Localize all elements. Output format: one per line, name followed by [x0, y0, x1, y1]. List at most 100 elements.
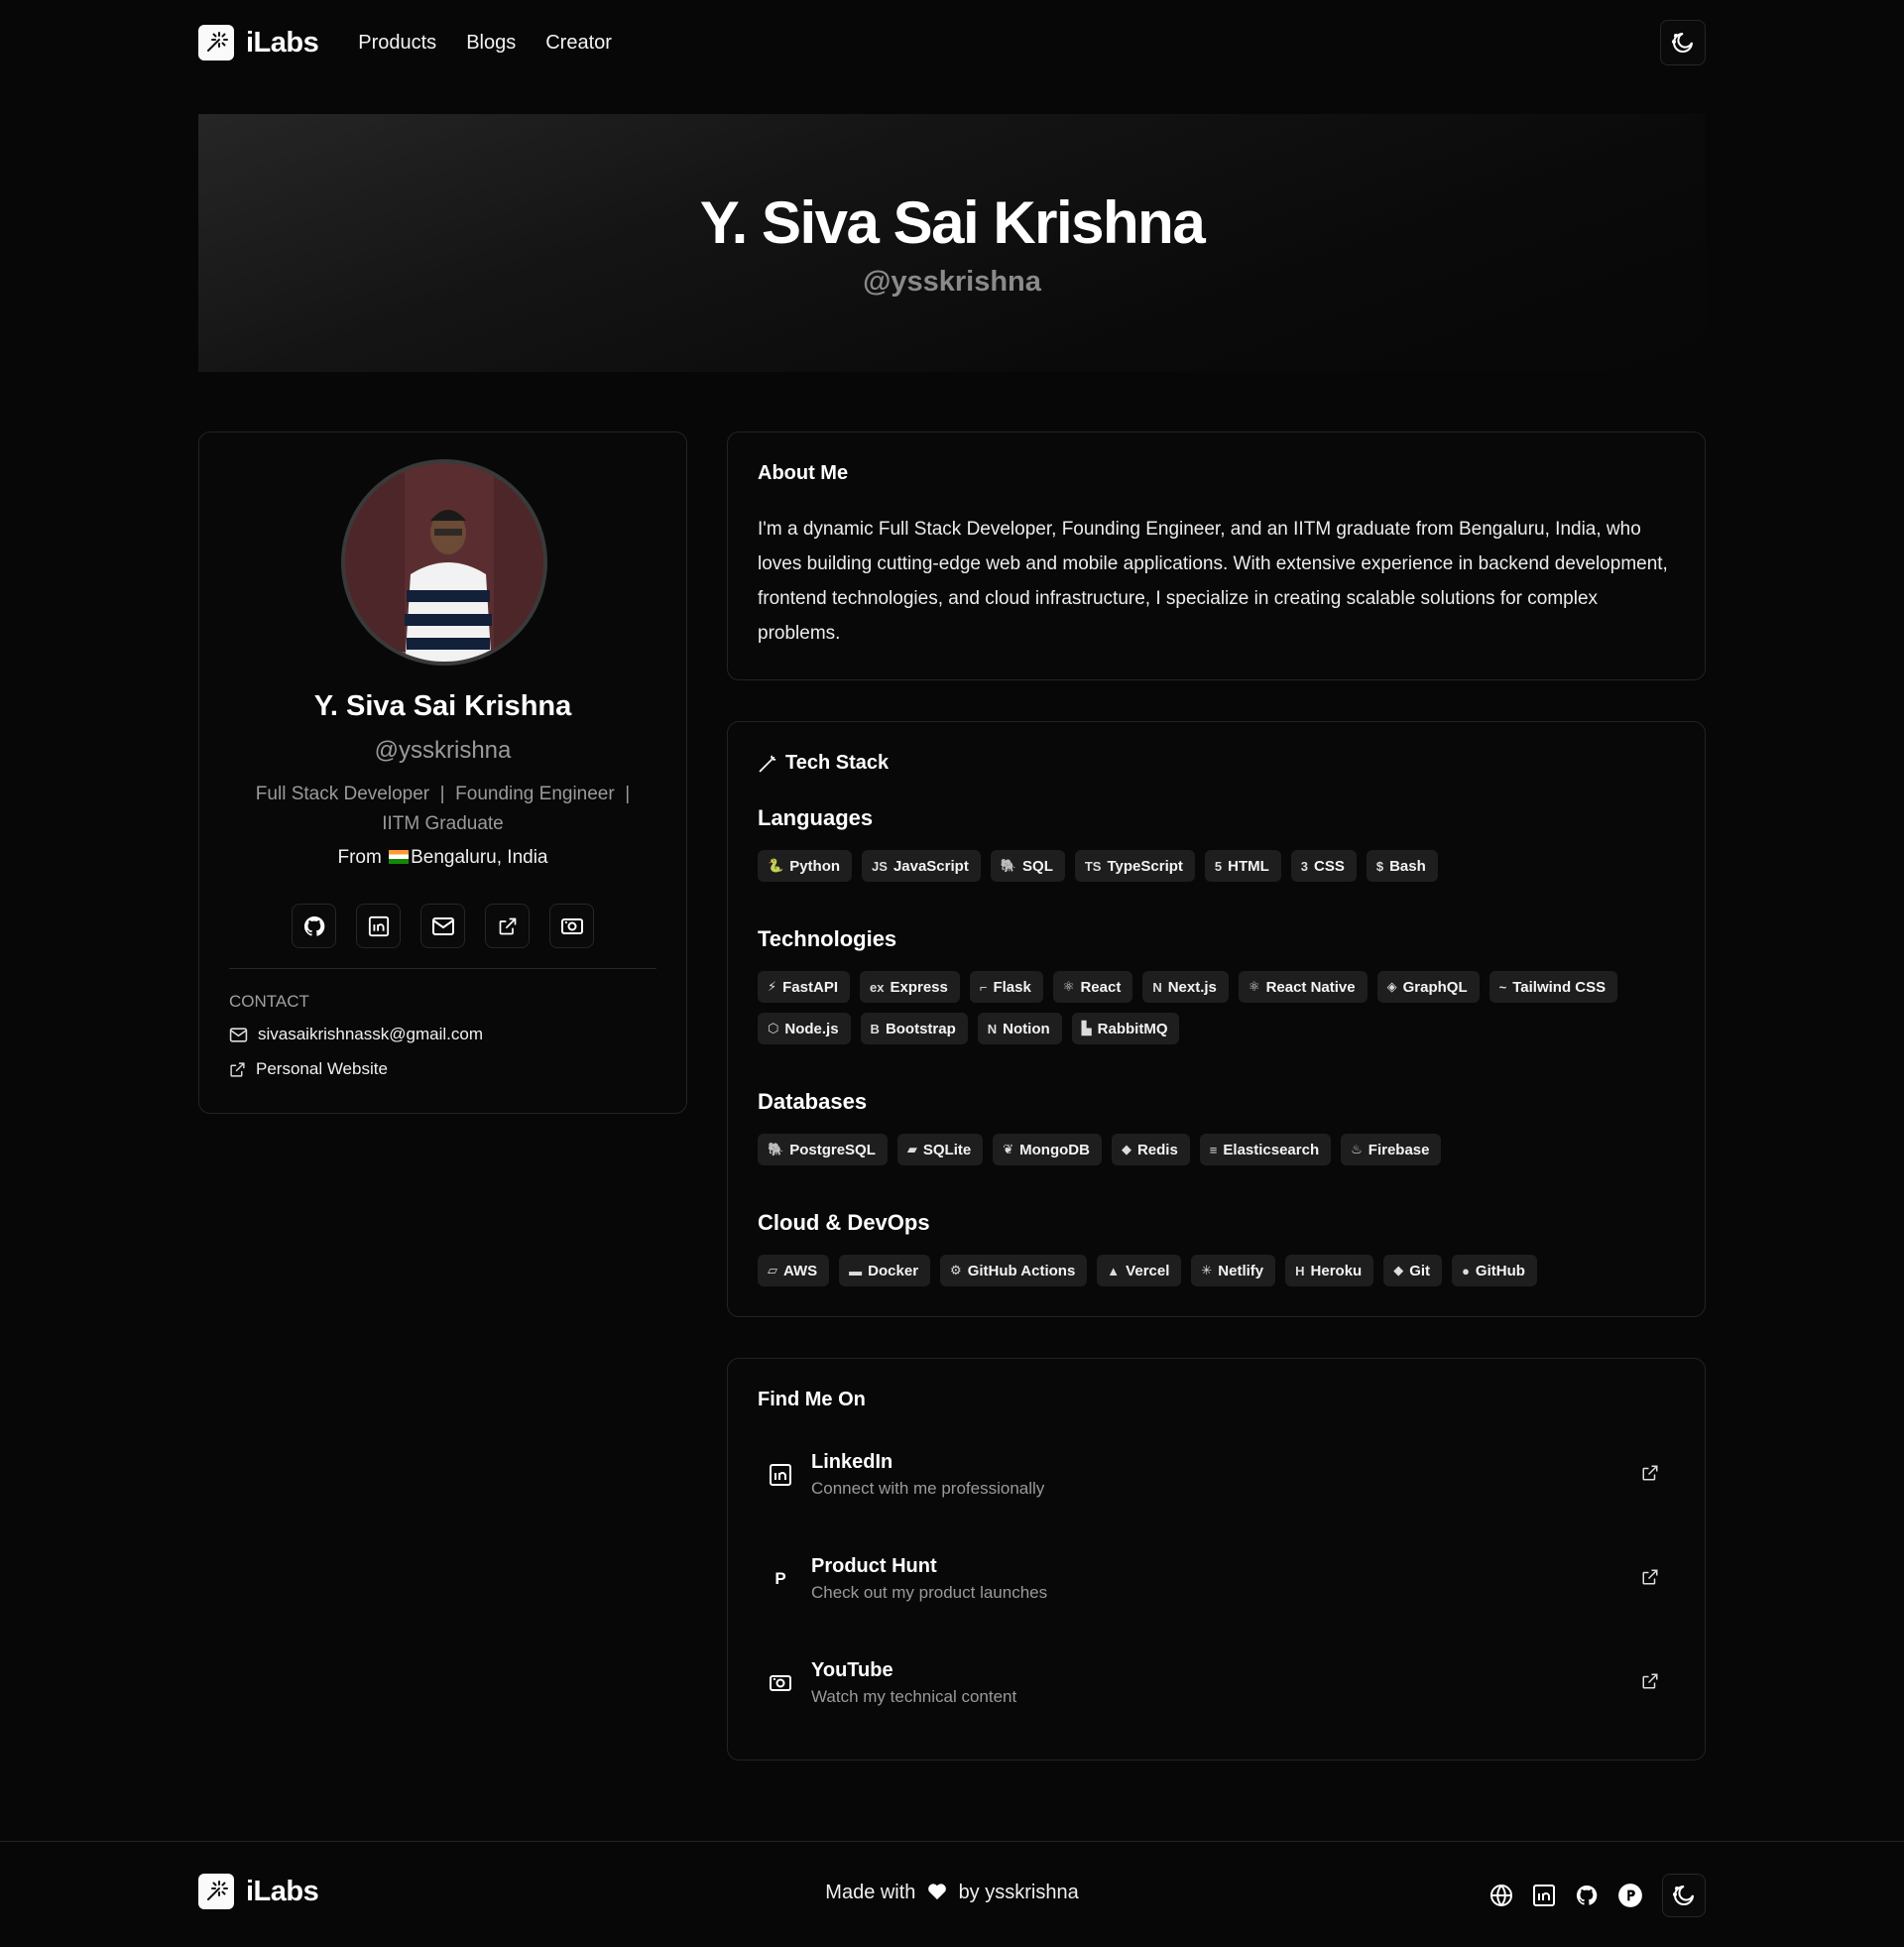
wand-icon: [198, 25, 234, 61]
roles-line-1: Full Stack Developer | Founding Engineer…: [255, 784, 631, 804]
tech-logo-icon: ⚛: [1248, 979, 1260, 994]
tech-stack-card: Tech Stack Languages 🐍 Python JS JavaScript…: [727, 721, 1706, 1317]
tech-badge-label: Heroku: [1310, 1262, 1363, 1279]
tech-badge: ▲ Vercel: [1097, 1255, 1182, 1286]
moon-icon: [1672, 33, 1693, 53]
tech-badge: ~ Tailwind CSS: [1488, 971, 1618, 1003]
tech-badge: ⚛ React Native: [1238, 971, 1368, 1003]
tech-badge-label: Flask: [993, 978, 1031, 996]
nav-link-creator[interactable]: Creator: [545, 32, 612, 55]
tech-logo-icon: ▰: [906, 1142, 917, 1156]
hero-name: Y. Siva Sai Krishna: [699, 189, 1206, 256]
find-me-card: Find Me On LinkedIn Connect with me prof…: [727, 1358, 1706, 1761]
section-heading: Cloud & DevOps: [758, 1210, 930, 1235]
tech-logo-icon: ▲: [1107, 1263, 1121, 1278]
contact-email[interactable]: sivasaikrishnassk@gmail.com: [229, 1025, 483, 1044]
tech-badge: 🐘 SQL: [990, 850, 1065, 882]
tech-logo-icon: ⌐: [979, 979, 988, 995]
brand-logo[interactable]: iLabs: [198, 25, 319, 61]
tech-logo-icon: 🐘: [1000, 858, 1017, 873]
contact-heading: CONTACT: [229, 992, 309, 1011]
tech-badge-label: HTML: [1228, 857, 1269, 875]
tech-badge: 🐍 Python: [758, 850, 853, 882]
footer-social-links: [1489, 1874, 1706, 1917]
tech-logo-icon: ⚛: [1062, 979, 1075, 994]
footer: iLabs Made with by ysskrishna: [0, 1841, 1904, 1947]
mail-icon: [431, 916, 454, 935]
tech-badge: ⚙ GitHub Actions: [940, 1255, 1088, 1286]
tech-badge: JS JavaScript: [862, 850, 981, 882]
tech-badge: ◆ Git: [1383, 1255, 1443, 1286]
github-icon[interactable]: [1575, 1884, 1599, 1907]
tech-logo-icon: ◆: [1121, 1142, 1131, 1156]
tech-badge-label: Node.js: [784, 1020, 839, 1037]
tech-badge-label: Docker: [868, 1262, 919, 1279]
tech-badge: ◆ Redis: [1111, 1134, 1190, 1165]
tech-badge-label: React: [1080, 978, 1122, 996]
tech-badge-label: GitHub: [1475, 1262, 1525, 1279]
tech-logo-icon: TS: [1084, 858, 1102, 874]
globe-icon[interactable]: [1489, 1884, 1513, 1907]
email-button[interactable]: [420, 904, 465, 948]
tech-logo-icon: N: [1152, 979, 1162, 995]
tech-badge: TS TypeScript: [1074, 850, 1195, 882]
tech-logo-icon: 3: [1300, 858, 1309, 874]
find-row-youtube[interactable]: YouTube Watch my technical content: [758, 1642, 1675, 1725]
tech-badge-label: GraphQL: [1402, 978, 1468, 996]
tech-badge: 3 CSS: [1290, 850, 1357, 882]
tech-badge-label: Python: [789, 857, 841, 875]
made-by-label: by ysskrishna: [958, 1882, 1079, 1903]
tech-badge: ▬ Docker: [839, 1255, 931, 1286]
badge-list: ⚡ FastAPI ex Express ⌐ Flask ⚛ React N Next.js ⚛ Re…: [758, 971, 1675, 1044]
website-text: Personal Website: [256, 1059, 388, 1078]
tech-section-technologies: Technologies ⚡ FastAPI ex Express ⌐ Flask ⚛ Rea…: [758, 926, 1675, 1044]
producthunt-icon: P: [774, 1569, 786, 1588]
github-icon: [303, 915, 324, 936]
tech-badge-label: React Native: [1265, 978, 1356, 996]
linkedin-icon: [368, 915, 389, 936]
hero-banner: Y. Siva Sai Krishna @ysskrishna: [198, 114, 1706, 372]
tech-badge: ▰ SQLite: [896, 1134, 984, 1165]
contact-website[interactable]: Personal Website: [229, 1059, 388, 1079]
linkedin-button[interactable]: [356, 904, 401, 948]
profile-roles: Full Stack Developer | Founding Engineer…: [229, 780, 656, 839]
tech-badge-label: Bootstrap: [885, 1020, 956, 1037]
tech-logo-icon: ▙: [1081, 1021, 1092, 1035]
camera-icon: [560, 917, 583, 934]
nav-link-products[interactable]: Products: [358, 32, 436, 55]
tech-badge-label: Redis: [1136, 1141, 1178, 1158]
external-link-icon: [499, 917, 516, 934]
section-heading: Technologies: [758, 926, 897, 951]
producthunt-icon[interactable]: [1617, 1883, 1643, 1908]
find-title: LinkedIn: [811, 1451, 893, 1473]
linkedin-icon[interactable]: [1532, 1884, 1556, 1907]
tech-badge: ♨ Firebase: [1341, 1134, 1442, 1165]
find-row-linkedin[interactable]: LinkedIn Connect with me professionally: [758, 1433, 1675, 1517]
theme-toggle-button[interactable]: [1660, 20, 1706, 65]
tech-badge-label: SQL: [1022, 857, 1053, 875]
website-button[interactable]: [485, 904, 530, 948]
location-text: Bengaluru, India: [411, 847, 548, 868]
top-nav: iLabs Products Blogs Creator: [198, 20, 1706, 65]
tech-badge: ⚡ FastAPI: [758, 971, 850, 1003]
nav-link-blogs[interactable]: Blogs: [466, 32, 516, 55]
about-title: About Me: [758, 462, 849, 484]
tech-badge-label: Next.js: [1167, 978, 1217, 996]
tech-badge-label: Elasticsearch: [1223, 1141, 1320, 1158]
tech-section-languages: Languages 🐍 Python JS JavaScript 🐘 SQL TS TypeS…: [758, 805, 1675, 882]
tech-badge: ▙ RabbitMQ: [1071, 1013, 1180, 1044]
tech-badge-label: Vercel: [1126, 1262, 1170, 1279]
youtube-icon: [770, 1675, 791, 1691]
tech-badge: N Notion: [977, 1013, 1062, 1044]
find-row-producthunt[interactable]: P Product Hunt Check out my product laun…: [758, 1537, 1675, 1621]
about-card: About Me I'm a dynamic Full Stack Develo…: [727, 431, 1706, 680]
youtube-button[interactable]: [549, 904, 594, 948]
tech-logo-icon: ~: [1498, 979, 1507, 995]
profile-name: Y. Siva Sai Krishna: [313, 690, 572, 722]
tech-logo-icon: ▱: [768, 1263, 777, 1278]
footer-theme-toggle-button[interactable]: [1662, 1874, 1706, 1917]
profile-handle: @ysskrishna: [374, 737, 512, 764]
external-link-icon: [1642, 1465, 1658, 1480]
tech-logo-icon: $: [1375, 858, 1384, 874]
github-button[interactable]: [292, 904, 336, 948]
